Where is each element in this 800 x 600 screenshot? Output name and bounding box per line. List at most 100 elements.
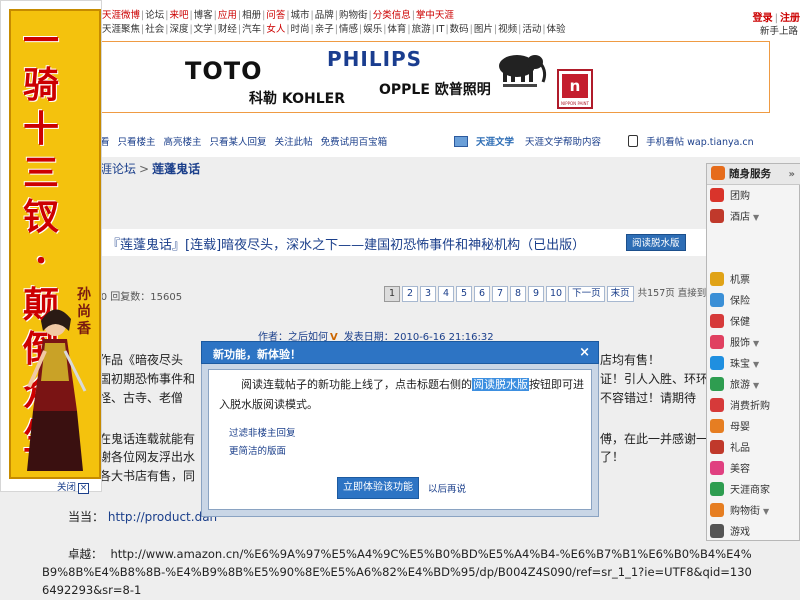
page-number[interactable]: 2 xyxy=(402,286,418,302)
top-nav-row-1: 天涯微博|论坛|来吧|博客|应用|相册|问答|城市|品牌|购物街|分类信息|掌中… xyxy=(102,9,454,23)
top-nav-link[interactable]: 博客 xyxy=(194,10,213,21)
last-page-button[interactable]: 末页 xyxy=(606,286,634,302)
top-nav-link[interactable]: 社会 xyxy=(145,24,164,35)
simpler-layout-link[interactable]: 更简洁的版面 xyxy=(229,443,286,457)
top-nav-link[interactable]: 购物街 xyxy=(339,10,368,21)
top-nav-link[interactable]: 天涯聚焦 xyxy=(102,24,140,35)
page-number[interactable]: 8 xyxy=(510,286,526,302)
toolbar-link[interactable]: 只看某人回复 xyxy=(210,137,267,148)
ad-title-char: 一 xyxy=(22,20,59,62)
top-nav-link[interactable]: 相册 xyxy=(242,10,261,21)
top-nav-link[interactable]: 亲子 xyxy=(315,24,334,35)
top-nav-link[interactable]: 天涯微博 xyxy=(102,10,140,21)
top-nav-link[interactable]: 体育 xyxy=(387,24,406,35)
top-nav-link[interactable]: 问答 xyxy=(266,10,285,21)
page-number[interactable]: 6 xyxy=(474,286,490,302)
service-item[interactable]: 购物街 ▼ xyxy=(707,501,800,522)
toolbar-link[interactable]: 关注此帖 xyxy=(275,137,313,148)
top-nav-link[interactable]: 时尚 xyxy=(291,24,310,35)
top-nav-link[interactable]: 女人 xyxy=(266,24,285,35)
page-number[interactable]: 1 xyxy=(384,286,400,302)
top-nav-link[interactable]: 城市 xyxy=(291,10,310,21)
brand-logo-kohler[interactable]: 科勒 KOHLER xyxy=(249,88,345,108)
newbie-link[interactable]: 新手上路 xyxy=(760,23,798,37)
service-item[interactable]: 机票 xyxy=(707,270,800,291)
brand-banner[interactable]: TOTO PHILIPS 科勒 KOHLER OPPLE 欧普照明 n NIPP… xyxy=(100,41,770,113)
literature-help-link[interactable]: 天涯文学帮助内容 xyxy=(525,137,601,148)
close-icon[interactable]: × xyxy=(78,483,90,494)
collapse-icon[interactable]: » xyxy=(789,164,795,185)
top-nav-link[interactable]: 体验 xyxy=(547,24,566,35)
service-item[interactable]: 服饰 ▼ xyxy=(707,333,800,354)
top-nav-link[interactable]: 论坛 xyxy=(145,10,164,21)
try-feature-button[interactable]: 立即体验该功能 xyxy=(337,477,419,499)
service-item[interactable]: 保健 xyxy=(707,312,800,333)
filter-replies-link[interactable]: 过滤非楼主回复 xyxy=(229,425,296,439)
group-buy-icon xyxy=(710,188,724,202)
chevron-down-icon: ▼ xyxy=(753,339,760,348)
next-page-button[interactable]: 下一页 xyxy=(568,286,605,302)
service-item[interactable]: 保险 xyxy=(707,291,800,312)
brand-logo-toto[interactable]: TOTO xyxy=(185,57,263,85)
nippon-logo[interactable]: n NIPPON PAINT xyxy=(557,69,593,109)
post-text-line: 店均有售！ xyxy=(600,353,661,367)
later-link[interactable]: 以后再说 xyxy=(428,481,466,495)
page-number[interactable]: 3 xyxy=(420,286,436,302)
top-nav-link[interactable]: 应用 xyxy=(218,10,237,21)
top-nav-link[interactable]: 图片 xyxy=(474,24,493,35)
page-number[interactable]: 9 xyxy=(528,286,544,302)
ad-close[interactable]: 关闭 × xyxy=(57,479,90,494)
service-panel-header[interactable]: 随身服务 » xyxy=(707,164,800,185)
service-item[interactable]: 酒店 ▼ xyxy=(707,207,800,228)
page-number[interactable]: 10 xyxy=(546,286,567,302)
page-number[interactable]: 7 xyxy=(492,286,508,302)
toolbar-right: 天涯文学 天涯文学帮助内容 手机看帖 wap.tianya.cn xyxy=(454,134,762,148)
service-item[interactable]: 天涯商家 xyxy=(707,480,800,501)
service-item[interactable]: 母婴 xyxy=(707,417,800,438)
close-icon[interactable]: × xyxy=(579,345,590,360)
left-floating-ad[interactable]: 一骑十三钗·颠倒众生 孙尚香 关闭× xyxy=(0,0,102,494)
brand-logo-philips[interactable]: PHILIPS xyxy=(327,47,422,71)
top-nav-link[interactable]: 视频 xyxy=(498,24,517,35)
service-item-label: 游戏 xyxy=(730,527,750,538)
top-nav-link[interactable]: 娱乐 xyxy=(363,24,382,35)
top-nav-link[interactable]: 掌中天涯 xyxy=(416,10,454,21)
top-nav-link[interactable]: 数码 xyxy=(450,24,469,35)
service-item[interactable]: 礼品 xyxy=(707,438,800,459)
elephant-logo-icon[interactable] xyxy=(491,48,549,88)
breadcrumb-board[interactable]: 莲蓬鬼话 xyxy=(152,162,200,176)
top-nav-link[interactable]: 旅游 xyxy=(412,24,431,35)
baby-icon xyxy=(710,419,724,433)
top-nav-link[interactable]: 品牌 xyxy=(315,10,334,21)
brand-logo-opple[interactable]: OPPLE 欧普照明 xyxy=(379,79,491,99)
tianya-literature-icon xyxy=(454,136,468,147)
top-nav-link[interactable]: 活动 xyxy=(522,24,541,35)
page-number[interactable]: 5 xyxy=(456,286,472,302)
service-item[interactable]: 珠宝 ▼ xyxy=(707,354,800,375)
toolbar-link[interactable]: 高亮楼主 xyxy=(164,137,202,148)
amazon-link[interactable]: http://www.amazon.cn/%E6%9A%97%E5%A4%9C%… xyxy=(42,547,752,597)
top-nav-link[interactable]: 深度 xyxy=(169,24,188,35)
ad-close-label[interactable]: 关闭 xyxy=(57,482,76,493)
service-item[interactable]: 美容 xyxy=(707,459,800,480)
top-nav-link[interactable]: 文学 xyxy=(194,24,213,35)
page-number[interactable]: 4 xyxy=(438,286,454,302)
top-nav-link[interactable]: 来吧 xyxy=(169,10,188,21)
tianya-literature-link[interactable]: 天涯文学 xyxy=(476,137,514,148)
nav-divider: | xyxy=(165,24,169,35)
read-condensed-button[interactable]: 阅读脱水版 xyxy=(626,234,686,251)
service-item[interactable]: 游戏 xyxy=(707,522,800,543)
top-nav-link[interactable]: 分类信息 xyxy=(373,10,411,21)
top-nav-link[interactable]: IT xyxy=(436,24,445,35)
ad-artwork[interactable]: 一骑十三钗·颠倒众生 孙尚香 xyxy=(9,9,101,479)
mobile-view-link[interactable]: 手机看帖 wap.tianya.cn xyxy=(646,137,754,148)
service-item[interactable]: 旅游 ▼ xyxy=(707,375,800,396)
top-nav-link[interactable]: 财经 xyxy=(218,24,237,35)
breadcrumb-forum[interactable]: 涯论坛 xyxy=(100,162,136,176)
service-item[interactable]: 团购 xyxy=(707,186,800,207)
top-nav-link[interactable]: 情感 xyxy=(339,24,358,35)
top-nav-link[interactable]: 汽车 xyxy=(242,24,261,35)
toolbar-link[interactable]: 只看楼主 xyxy=(118,137,156,148)
toolbar-link[interactable]: 免费试用百宝箱 xyxy=(321,137,388,148)
service-item[interactable]: 消费折购 xyxy=(707,396,800,417)
